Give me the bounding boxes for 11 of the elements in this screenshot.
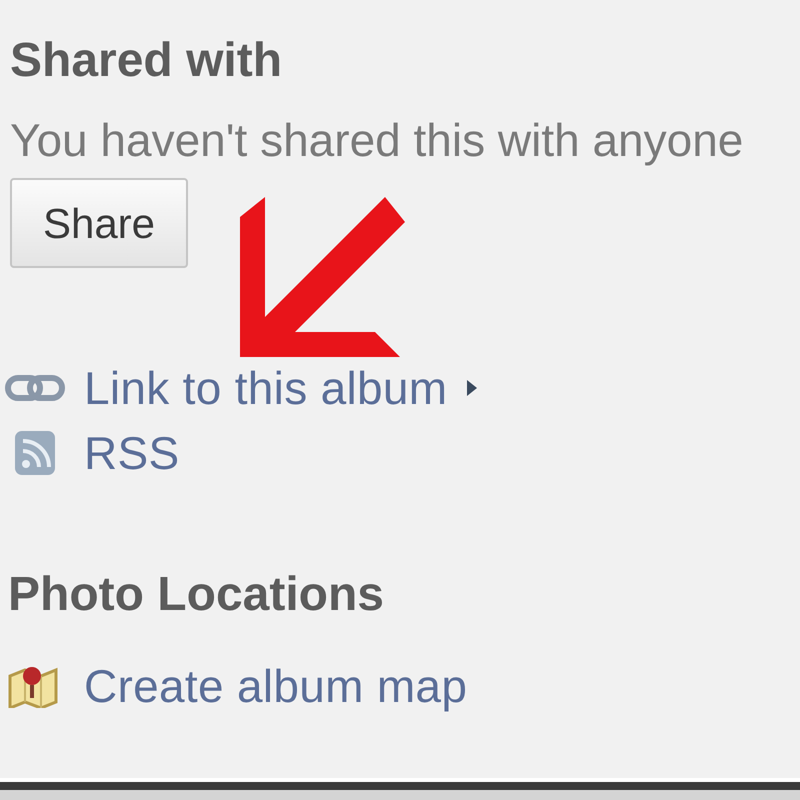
link[interactable]: Create album map (84, 660, 468, 712)
rss-feed-icon (15, 431, 55, 475)
map-pin-icon (8, 664, 58, 708)
share-button[interactable]: Share (10, 178, 188, 268)
caret-icon[interactable] (467, 380, 478, 396)
link[interactable]: Link to this album (84, 362, 448, 414)
link[interactable]: RSS (84, 427, 180, 479)
section-heading: Shared with (10, 33, 282, 89)
sharing-status-text: You haven't shared this with anyone (10, 114, 744, 166)
chain-link-icon (5, 373, 65, 403)
section-heading: Photo Locations (8, 567, 384, 623)
